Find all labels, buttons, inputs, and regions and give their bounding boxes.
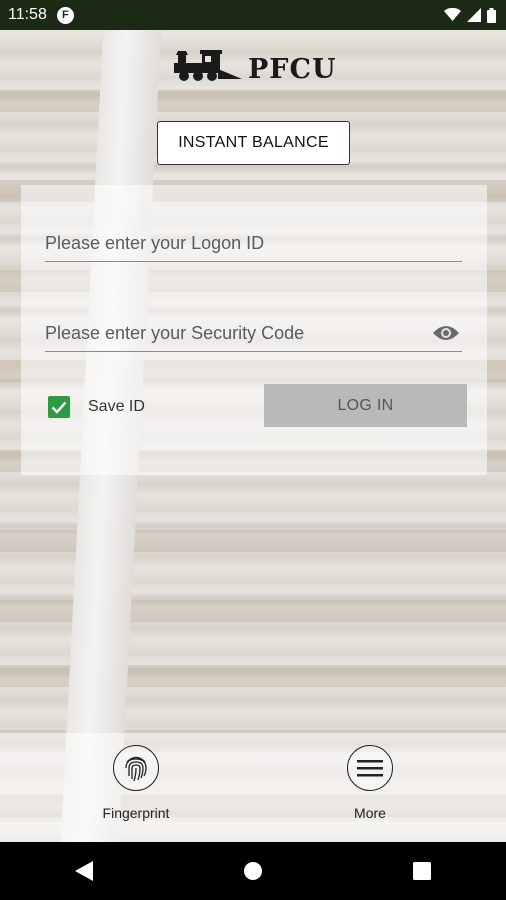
status-app-icon: F [56,6,74,24]
home-icon[interactable] [243,862,262,880]
check-icon [51,401,67,414]
back-icon[interactable] [75,861,94,881]
save-id-label: Save ID [88,398,145,415]
status-bar: 11:58 F [0,0,506,30]
more-button[interactable] [347,745,393,791]
more-action[interactable]: More [310,745,430,821]
more-label: More [354,805,386,821]
battery-icon [487,7,496,23]
save-id-row[interactable]: Save ID [48,396,145,418]
eye-icon[interactable] [432,323,462,343]
status-left: 11:58 F [8,6,74,24]
logon-id-placeholder: Please enter your Logon ID [45,232,265,253]
pfcu-logo: PFCU [172,47,337,83]
security-code-input[interactable]: Please enter your Security Code [45,315,462,352]
instant-balance-button[interactable]: INSTANT BALANCE [157,121,350,165]
fingerprint-action[interactable]: Fingerprint [76,745,196,821]
fingerprint-button[interactable] [113,745,159,791]
save-id-checkbox[interactable] [48,396,70,418]
fingerprint-icon [125,756,147,782]
signal-icon [467,8,481,22]
logon-id-input[interactable]: Please enter your Logon ID [45,225,462,262]
recents-icon[interactable] [412,862,431,880]
wifi-icon [444,8,461,21]
login-button[interactable]: LOG IN [264,384,467,427]
system-nav-bar [0,842,506,900]
menu-icon [357,760,383,777]
locomotive-icon [174,50,242,81]
fingerprint-label: Fingerprint [102,805,170,821]
logo-text: PFCU [248,54,337,85]
security-code-placeholder: Please enter your Security Code [45,322,305,343]
status-icons [444,7,496,23]
status-time: 11:58 [8,6,47,23]
sleeper [0,90,506,112]
